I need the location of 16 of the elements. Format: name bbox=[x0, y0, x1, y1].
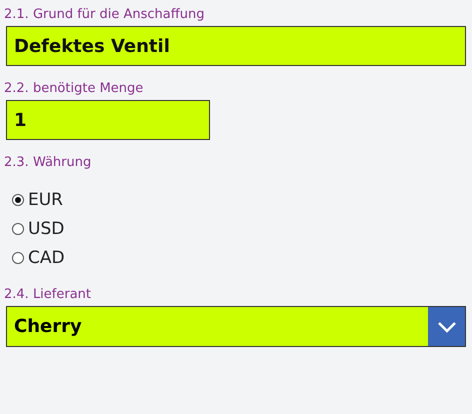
radio-label: EUR bbox=[28, 190, 63, 210]
field-label: 2.3. Währung bbox=[4, 154, 92, 172]
field-label: 2.2. benötigte Menge bbox=[4, 80, 144, 98]
input-field[interactable]: 1 bbox=[6, 100, 210, 140]
input-field[interactable]: Defektes Ventil bbox=[6, 26, 466, 66]
chevron-down-icon bbox=[436, 320, 456, 332]
field-label: 2.1. Grund für die Anschaffung bbox=[4, 6, 206, 24]
radio-button[interactable] bbox=[12, 194, 24, 206]
dropdown-button[interactable] bbox=[428, 307, 465, 346]
dropdown-field[interactable]: Cherry bbox=[6, 306, 466, 347]
radio-button[interactable] bbox=[12, 252, 24, 264]
radio-label: USD bbox=[28, 219, 64, 239]
radio-label: CAD bbox=[28, 248, 65, 268]
field-label: 2.4. Lieferant bbox=[4, 286, 92, 304]
dropdown-value: Cherry bbox=[13, 315, 83, 339]
radio-button[interactable] bbox=[12, 223, 24, 235]
